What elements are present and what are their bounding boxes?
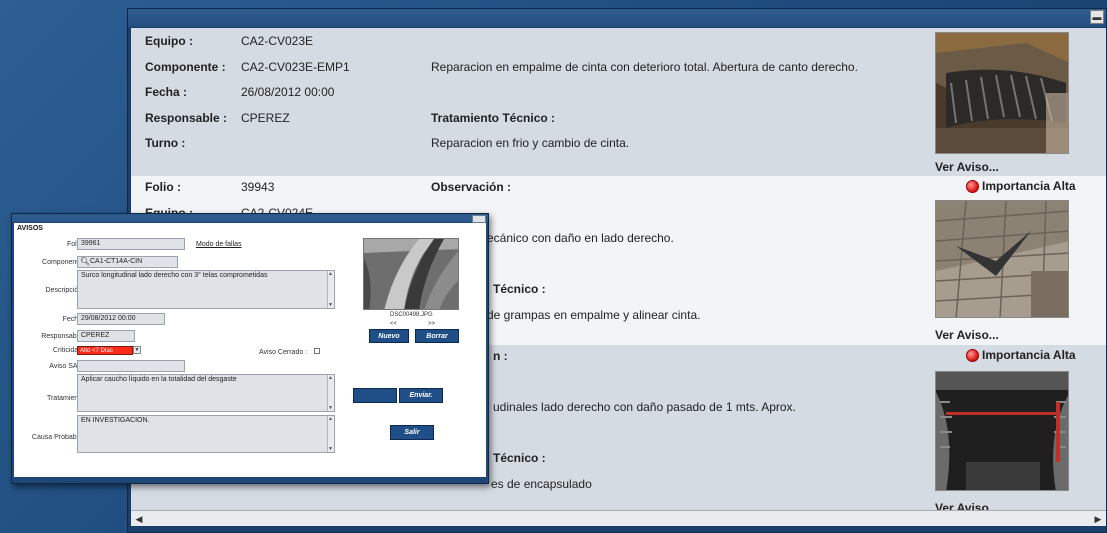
folio-value: 39943 (241, 180, 275, 194)
tratamiento-text: es de encapsulado (491, 477, 592, 491)
aviso-cerrado-checkbox[interactable] (314, 348, 320, 354)
dialog-close-button[interactable] (472, 215, 486, 223)
observacion-label: n : (493, 349, 508, 363)
aviso-cerrado-label: Aviso Cerrado : (259, 349, 308, 356)
descripcion-textarea[interactable]: Surco longitudinal lado derecho con 3° t… (77, 270, 335, 309)
modo-fallas-link[interactable]: Modo de fallas (196, 241, 242, 248)
componente-value: CA1-CT14A-CIN (90, 258, 143, 265)
record-1: Equipo : CA2-CV023E Componente : CA2-CV0… (131, 28, 1106, 176)
red-status-icon (966, 179, 979, 193)
scroll-right-icon[interactable]: ▶ (1092, 513, 1104, 525)
folio-label: Folio : (145, 180, 181, 194)
importancia-badge: Importancia Alta (966, 348, 1076, 362)
minimize-button[interactable]: ▬ (1090, 10, 1104, 24)
prev-image-link[interactable]: << (390, 321, 397, 327)
nuevo-button[interactable]: Nuevo (369, 329, 409, 343)
causa-value: EN INVESTIGACION. (81, 417, 150, 424)
tratamiento-text: de grampas en empalme y alinear cinta. (487, 308, 701, 322)
equipo-value: CA2-CV023E (241, 34, 314, 48)
chevron-down-icon[interactable]: ▼ (133, 346, 141, 354)
scroll-left-icon[interactable]: ◀ (133, 513, 145, 525)
importancia-text: Importancia Alta (982, 179, 1076, 193)
photo-thumbnail[interactable] (935, 371, 1069, 491)
dialog-titlebar (12, 214, 488, 223)
dialog-title: AVISOS (17, 225, 43, 232)
tratamiento-label: Tratamiento Técnico : (431, 111, 556, 125)
aviso-sap-field[interactable] (77, 360, 185, 372)
observacion-label: Observación : (431, 180, 512, 194)
fecha-label: Fecha : (145, 85, 188, 99)
aviso-photo[interactable] (363, 238, 459, 310)
textarea-scrollbar[interactable] (327, 271, 334, 308)
photo-thumbnail[interactable] (935, 200, 1069, 318)
responsable-value: CPEREZ (241, 111, 290, 125)
tratamiento-text: Reparacion en frio y cambio de cinta. (431, 136, 630, 150)
responsable-label: Responsable : (145, 111, 228, 125)
causa-textarea[interactable]: EN INVESTIGACION. (77, 415, 335, 453)
photo-thumbnail[interactable] (935, 32, 1069, 154)
salir-button[interactable]: Salir (390, 425, 434, 440)
turno-label: Turno : (145, 136, 186, 150)
folio-field[interactable]: 39961 (77, 238, 185, 250)
tratamiento-label: Técnico : (493, 451, 546, 465)
borrar-button[interactable]: Borrar (415, 329, 459, 343)
descripcion-value: Surco longitudinal lado derecho con 3° t… (81, 272, 268, 279)
tratamiento-textarea[interactable]: Aplicar caucho líquido en la totalidad d… (77, 374, 335, 412)
componente-label: Componente : (145, 60, 226, 74)
main-titlebar: ▬ (128, 9, 1106, 27)
enviar-button[interactable]: Enviar. (399, 388, 443, 403)
importancia-badge: Importancia Alta (966, 179, 1076, 193)
observacion-text: Reparacion en empalme de cinta con deter… (431, 60, 858, 74)
dialog-body: AVISOS Folio : 39961 Modo de fallas Comp… (14, 223, 486, 477)
responsable-field[interactable]: CPEREZ (77, 330, 135, 342)
search-icon[interactable]: 🔍︎ (80, 257, 90, 266)
componente-value: CA2-CV023E-EMP1 (241, 60, 350, 74)
fecha-field[interactable]: 29/08/2012 00:00 (77, 313, 165, 325)
ver-aviso-link[interactable]: Ver Aviso... (935, 328, 999, 342)
red-status-icon (966, 348, 979, 362)
observacion-text: ecánico con daño en lado derecho. (487, 231, 674, 245)
textarea-scrollbar[interactable] (327, 416, 334, 452)
textarea-scrollbar[interactable] (327, 375, 334, 411)
tratamiento-label: Técnico : (493, 282, 546, 296)
criticidad-select[interactable]: Alto <7 Días (77, 346, 133, 355)
avisos-dialog: AVISOS Folio : 39961 Modo de fallas Comp… (11, 213, 489, 484)
blank-button[interactable] (353, 388, 397, 403)
ver-aviso-link[interactable]: Ver Aviso... (935, 160, 999, 174)
fecha-value: 26/08/2012 00:00 (241, 85, 335, 99)
next-image-link[interactable]: >> (428, 321, 435, 327)
observacion-text: udinales lado derecho con daño pasado de… (493, 400, 796, 414)
tratamiento-value: Aplicar caucho líquido en la totalidad d… (81, 376, 237, 383)
equipo-label: Equipo : (145, 34, 193, 48)
image-filename: DSC00498.JPG (390, 312, 433, 318)
componente-field[interactable]: 🔍︎ CA1-CT14A-CIN (77, 256, 178, 268)
horizontal-scrollbar[interactable]: ◀ ▶ (131, 510, 1106, 526)
importancia-text: Importancia Alta (982, 348, 1076, 362)
